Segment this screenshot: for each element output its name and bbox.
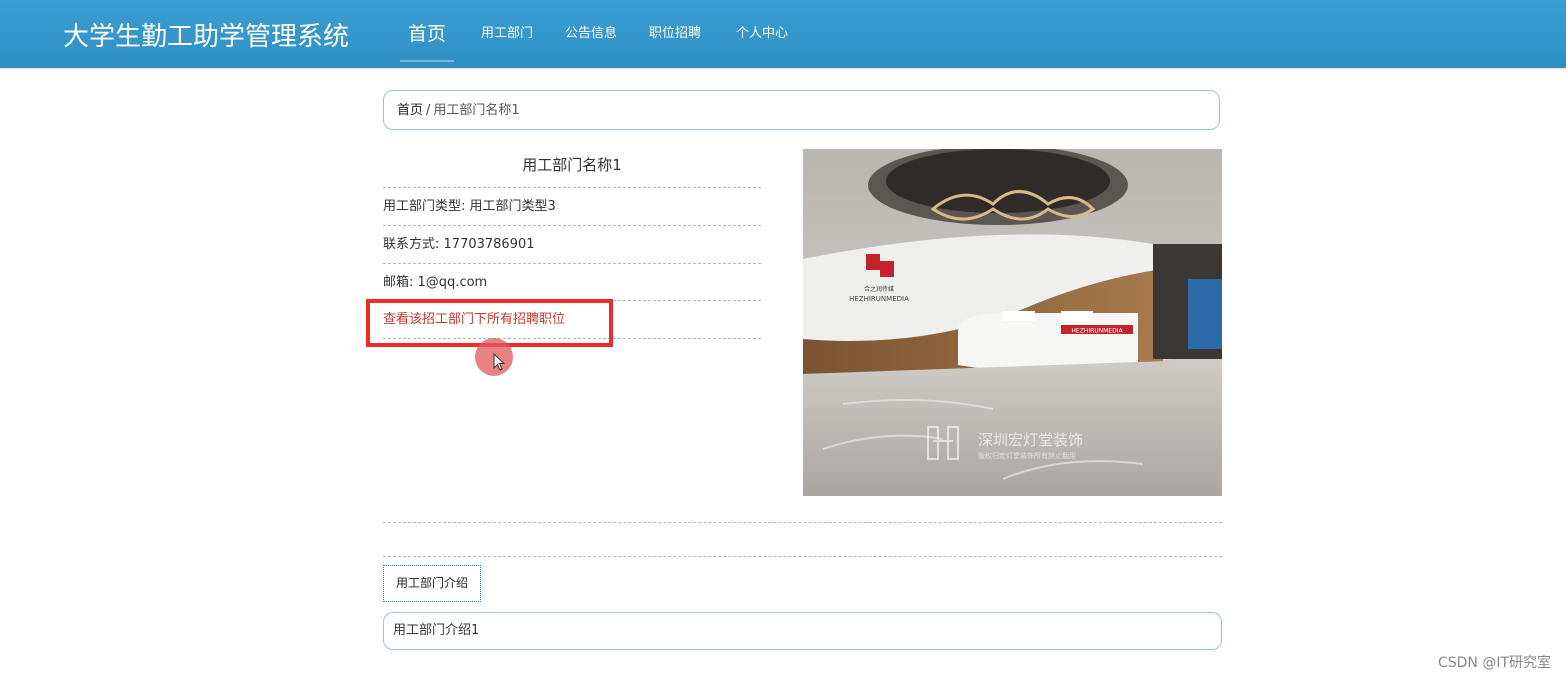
section-divider-top [383, 522, 1222, 523]
csdn-watermark: CSDN @IT研究室 [1437, 655, 1551, 671]
department-photo: HEZHIRUNMEDIA 合之润传媒 HEZHIRUNMEDIA 深圳宏灯堂装… [803, 149, 1222, 496]
section-divider-bottom [383, 556, 1222, 557]
nav-item-profile[interactable]: 个人中心 [736, 0, 788, 68]
email-label: 邮箱: [383, 275, 414, 290]
active-nav-indicator [400, 60, 454, 62]
contact-value: 17703786901 [443, 237, 535, 252]
contact-label: 联系方式: [383, 237, 440, 252]
photo-watermark-text: 深圳宏灯堂装饰 [978, 431, 1083, 449]
top-navbar: 大学生勤工助学管理系统 首页 用工部门 公告信息 职位招聘 个人中心 [0, 0, 1566, 68]
breadcrumb-separator: / [426, 103, 431, 118]
department-type-label: 用工部门类型: [383, 199, 466, 214]
breadcrumb: 首页 / 用工部门名称1 [383, 90, 1220, 130]
wall-sign-text: HEZHIRUNMEDIA [849, 295, 909, 303]
wall-sign-cn-text: 合之润传媒 [864, 285, 894, 293]
breadcrumb-home-link[interactable]: 首页 [397, 103, 423, 118]
department-title: 用工部门名称1 [522, 156, 622, 174]
email-value: 1@qq.com [417, 275, 488, 290]
nav-item-home[interactable]: 首页 [408, 0, 446, 68]
nav-item-departments[interactable]: 用工部门 [481, 0, 533, 68]
lobby-image: HEZHIRUNMEDIA 合之润传媒 HEZHIRUNMEDIA 深圳宏灯堂装… [803, 149, 1222, 496]
email-row: 邮箱: 1@qq.com [383, 263, 761, 300]
desk-sign-text: HEZHIRUNMEDIA [1071, 328, 1123, 335]
breadcrumb-current: 用工部门名称1 [433, 103, 520, 118]
site-brand[interactable]: 大学生勤工助学管理系统 [63, 16, 349, 53]
mouse-cursor-icon [493, 353, 506, 371]
department-type-row: 用工部门类型: 用工部门类型3 [383, 187, 761, 224]
tab-department-intro[interactable]: 用工部门介绍 [383, 565, 481, 602]
nav-item-announcements[interactable]: 公告信息 [565, 0, 617, 68]
department-intro-content: 用工部门介绍1 [383, 612, 1222, 650]
contact-row: 联系方式: 17703786901 [383, 225, 761, 262]
department-type-value: 用工部门类型3 [469, 199, 556, 214]
photo-watermark-sub: 版权归宏灯堂装饰所有禁止翻用 [978, 451, 1076, 460]
nav-item-jobs[interactable]: 职位招聘 [649, 0, 701, 68]
